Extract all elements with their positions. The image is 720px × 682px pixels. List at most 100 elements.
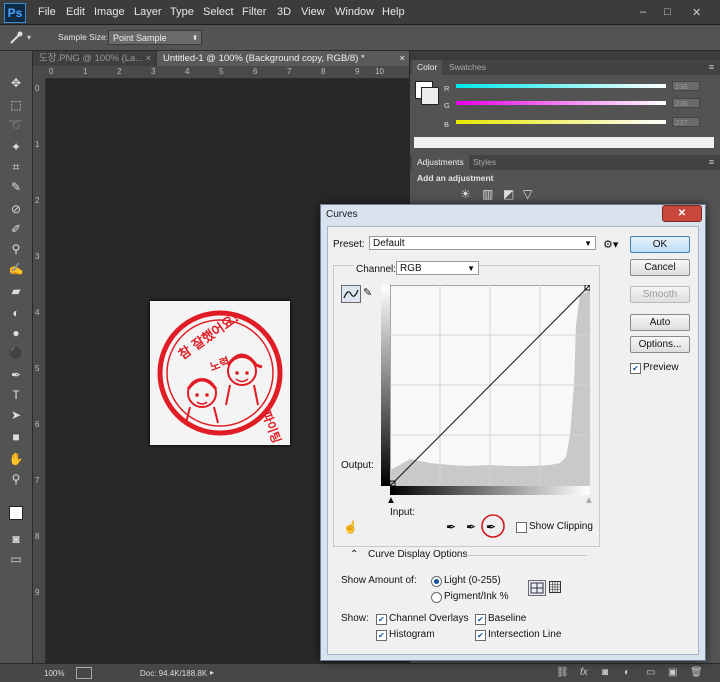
link-layers-icon[interactable]: ⛓ (556, 667, 569, 678)
type-tool-icon[interactable]: T (8, 387, 24, 403)
panel-menu-icon[interactable]: ≡ (709, 62, 714, 72)
menu-file[interactable]: File (38, 6, 56, 18)
preset-options-gear-icon[interactable]: ⚙▾ (603, 238, 618, 251)
menu-filter[interactable]: Filter (242, 6, 266, 18)
maximize-button[interactable]: □ (664, 6, 671, 18)
healing-tool-icon[interactable]: ⊘ (8, 201, 24, 217)
curves-icon[interactable]: ◩ (503, 187, 514, 201)
menu-help[interactable]: Help (382, 6, 405, 18)
green-slider[interactable] (456, 101, 666, 105)
curve-point-tool-icon[interactable] (341, 285, 361, 303)
red-slider[interactable] (456, 84, 666, 88)
preview-checkbox[interactable]: ✔ (630, 363, 641, 374)
dodge-tool-icon[interactable]: ⚫ (8, 345, 24, 361)
channel-overlays-checkbox[interactable]: ✔ (376, 614, 387, 625)
status-icon[interactable] (76, 667, 92, 679)
cancel-button[interactable]: Cancel (630, 259, 690, 276)
eyedropper-icon[interactable] (8, 30, 24, 46)
show-clipping-checkbox[interactable] (516, 522, 527, 533)
color-ramp[interactable] (414, 137, 714, 148)
panel-menu-icon[interactable]: ≡ (709, 157, 714, 167)
pigment-radio[interactable] (431, 592, 442, 603)
tab-untitled-1[interactable]: Untitled-1 @ 100% (Background copy, RGB/… (157, 51, 409, 66)
tab-styles[interactable]: Styles (468, 155, 501, 170)
pen-tool-icon[interactable]: ✒ (8, 367, 24, 383)
path-select-tool-icon[interactable]: ➤ (8, 407, 24, 423)
adjustment-layer-icon[interactable]: ◐ (624, 667, 630, 678)
menu-view[interactable]: View (301, 6, 325, 18)
gray-eyedropper-icon[interactable]: ✒ (466, 520, 476, 534)
crop-tool-icon[interactable]: ⌗ (8, 159, 24, 175)
menu-image[interactable]: Image (94, 6, 125, 18)
white-point-slider-icon[interactable]: ▲ (584, 495, 594, 506)
clone-stamp-tool-icon[interactable]: ⚲ (8, 241, 24, 257)
menu-layer[interactable]: Layer (134, 6, 162, 18)
tab-color[interactable]: Color (412, 60, 443, 75)
collapse-toggle-icon[interactable]: ⌃ (350, 549, 358, 560)
tab-swatches[interactable]: Swatches (444, 60, 491, 75)
black-eyedropper-icon[interactable]: ✒ (446, 520, 456, 534)
smooth-button[interactable]: Smooth (630, 286, 690, 303)
green-value[interactable]: 236 (672, 98, 700, 108)
exposure-icon[interactable]: ▽ (523, 187, 532, 201)
quick-mask-icon[interactable]: ◙ (8, 531, 24, 547)
eraser-tool-icon[interactable]: ▰ (8, 283, 24, 299)
levels-icon[interactable]: ▥ (482, 187, 493, 201)
background-color-chip[interactable] (421, 87, 439, 105)
ok-button[interactable]: OK (630, 236, 690, 253)
screen-mode-icon[interactable]: ▭ (8, 551, 24, 567)
curve-display-options-label[interactable]: Curve Display Options (368, 549, 467, 560)
layer-style-icon[interactable]: fx (580, 667, 588, 678)
group-icon[interactable]: ▭ (646, 667, 655, 678)
minimize-button[interactable]: – (640, 6, 646, 18)
move-tool-icon[interactable]: ✥ (8, 75, 24, 91)
preset-select[interactable]: Default ▼ (369, 236, 596, 250)
eyedropper-tool-icon[interactable]: ✎ (8, 179, 24, 195)
document-canvas[interactable]: 참 잘했어요! 파이팅 노력 (150, 301, 290, 445)
menu-edit[interactable]: Edit (66, 6, 85, 18)
history-brush-tool-icon[interactable]: ✍ (8, 261, 24, 277)
channel-select[interactable]: RGB ▼ (396, 261, 479, 275)
hand-tool-icon[interactable]: ✋ (8, 451, 24, 467)
sample-size-select[interactable]: Point Sample ⬍ (108, 30, 202, 45)
close-window-button[interactable]: ✕ (692, 6, 701, 19)
menu-type[interactable]: Type (170, 6, 194, 18)
tab-stamp-png[interactable]: 도장.PNG @ 100% (La... × (33, 51, 155, 66)
quick-select-tool-icon[interactable]: ✦ (8, 139, 24, 155)
trash-icon[interactable]: 🗑 (690, 667, 703, 678)
foreground-color-swatch[interactable] (9, 506, 23, 520)
marquee-tool-icon[interactable]: ⬚ (8, 97, 24, 113)
target-adjustment-hand-icon[interactable]: ☝ (343, 520, 358, 534)
blue-value[interactable]: 237 (672, 117, 700, 127)
menu-window[interactable]: Window (335, 6, 374, 18)
tab-adjustments[interactable]: Adjustments (412, 155, 469, 170)
detailed-grid-icon[interactable] (549, 581, 561, 593)
paint-bucket-tool-icon[interactable]: ◐ (8, 305, 24, 321)
lasso-tool-icon[interactable]: ➰ (8, 117, 24, 133)
curve-graph[interactable] (390, 285, 590, 486)
status-menu-arrow-icon[interactable]: ▸ (210, 668, 214, 677)
brush-tool-icon[interactable]: ✐ (8, 221, 24, 237)
tool-preset-caret[interactable]: ▾ (27, 33, 31, 42)
histogram-checkbox[interactable]: ✔ (376, 630, 387, 641)
menu-select[interactable]: Select (203, 6, 234, 18)
close-icon[interactable]: × (145, 51, 151, 66)
layer-mask-icon[interactable]: ◙ (602, 667, 608, 678)
baseline-checkbox[interactable]: ✔ (475, 614, 486, 625)
zoom-tool-icon[interactable]: ⚲ (8, 471, 24, 487)
options-button[interactable]: Options... (630, 336, 690, 353)
blur-tool-icon[interactable]: ● (8, 325, 24, 341)
brightness-contrast-icon[interactable]: ☀ (460, 187, 471, 201)
menu-3d[interactable]: 3D (277, 6, 291, 18)
black-point-slider-icon[interactable]: ▲ (386, 495, 396, 506)
new-layer-icon[interactable]: ▣ (668, 667, 677, 678)
shape-tool-icon[interactable]: ■ (8, 429, 24, 445)
auto-button[interactable]: Auto (630, 314, 690, 331)
simple-grid-icon[interactable] (528, 580, 546, 596)
intersection-line-checkbox[interactable]: ✔ (475, 630, 486, 641)
light-radio[interactable] (431, 576, 442, 587)
zoom-level[interactable]: 100% (44, 669, 64, 678)
blue-slider[interactable] (456, 120, 666, 124)
close-icon[interactable]: × (399, 51, 405, 66)
dialog-close-button[interactable]: ✕ (662, 205, 702, 222)
